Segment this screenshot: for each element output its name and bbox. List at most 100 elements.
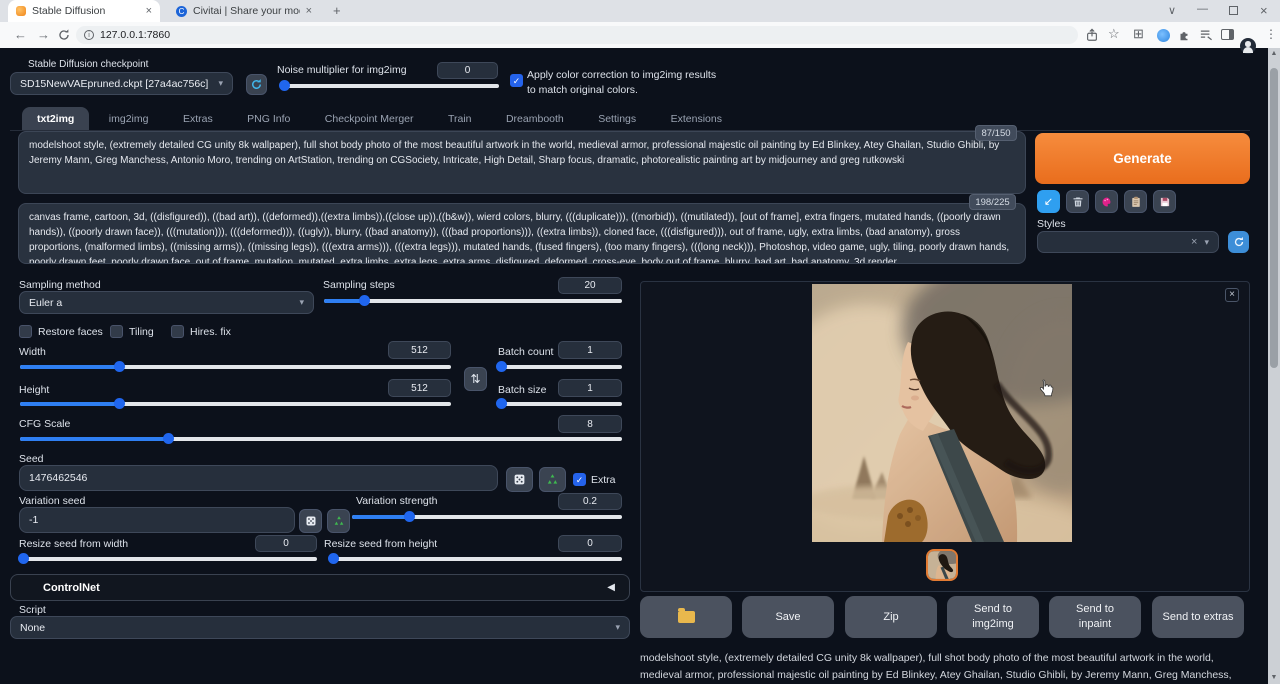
variation-strength-value[interactable]: 0.2 <box>558 493 622 510</box>
bookmark-star-icon[interactable]: ☆ <box>1108 26 1120 42</box>
tab-img2img[interactable]: img2img <box>94 107 164 131</box>
tab-dreambooth[interactable]: Dreambooth <box>491 107 579 131</box>
tab-extras[interactable]: Extras <box>168 107 228 131</box>
send-to-extras-button[interactable]: Send to extras <box>1152 596 1244 638</box>
side-panel-icon[interactable] <box>1221 29 1234 40</box>
tab-png-info[interactable]: PNG Info <box>232 107 305 131</box>
open-folder-button[interactable] <box>640 596 732 638</box>
hires-fix-checkbox[interactable] <box>171 325 184 338</box>
browser-tab-active[interactable]: Stable Diffusion × <box>8 0 160 22</box>
accordion-arrow-icon: ◀ <box>607 582 615 593</box>
reuse-variation-seed-button[interactable] <box>327 509 350 533</box>
noise-multiplier-slider[interactable] <box>281 84 499 88</box>
save-button[interactable]: Save <box>742 596 834 638</box>
random-seed-button[interactable] <box>506 467 533 492</box>
resize-seed-height-slider[interactable] <box>330 557 622 561</box>
tab-extensions[interactable]: Extensions <box>656 107 737 131</box>
reading-list-icon[interactable] <box>1199 29 1213 41</box>
read-parameters-button[interactable]: ↙ <box>1037 190 1060 213</box>
resize-seed-width-value[interactable]: 0 <box>255 535 317 552</box>
extra-seed-checkbox[interactable]: ✓ <box>573 473 586 486</box>
variation-strength-slider[interactable] <box>352 515 622 519</box>
color-correction-checkbox[interactable]: ✓ <box>510 74 523 87</box>
resize-seed-height-value[interactable]: 0 <box>558 535 622 552</box>
window-chevron-icon[interactable]: ∨ <box>1168 4 1176 17</box>
batch-size-slider[interactable] <box>498 402 622 406</box>
send-to-img2img-button[interactable]: Send to img2img <box>947 596 1039 638</box>
width-slider[interactable] <box>20 365 451 369</box>
browser-tab-civitai[interactable]: C Civitai | Share your models × <box>168 0 320 22</box>
palette-button[interactable] <box>1095 190 1118 213</box>
height-value[interactable]: 512 <box>388 379 451 397</box>
batch-size-value[interactable]: 1 <box>558 379 622 397</box>
extension-blue-dot-icon[interactable] <box>1157 29 1170 42</box>
address-bar[interactable]: i 127.0.0.1:7860 <box>76 26 1078 44</box>
clipboard-button[interactable] <box>1124 190 1147 213</box>
site-info-icon[interactable]: i <box>84 30 94 40</box>
checkpoint-select[interactable]: SD15NewVAEpruned.ckpt [27a4ac756c] ▾ <box>10 72 233 95</box>
clear-icon[interactable]: × <box>1191 236 1197 248</box>
batch-count-slider[interactable] <box>498 365 622 369</box>
checkpoint-refresh-button[interactable] <box>246 74 267 95</box>
share-icon[interactable] <box>1085 28 1099 42</box>
tab-txt2img[interactable]: txt2img <box>22 107 89 131</box>
scrollbar-thumb[interactable] <box>1270 68 1278 368</box>
height-label: Height <box>19 384 49 396</box>
trash-button[interactable] <box>1066 190 1089 213</box>
generated-image[interactable] <box>812 284 1072 542</box>
seed-input[interactable]: 1476462546 <box>19 465 498 491</box>
cfg-scale-label: CFG Scale <box>19 418 70 430</box>
gallery-thumbnail[interactable] <box>926 549 958 581</box>
tab-settings[interactable]: Settings <box>583 107 651 131</box>
zip-button[interactable]: Zip <box>845 596 937 638</box>
controlnet-accordion[interactable]: ControlNet ◀ <box>10 574 630 601</box>
window-close-icon[interactable]: × <box>1260 3 1268 18</box>
batch-count-value[interactable]: 1 <box>558 341 622 359</box>
script-select[interactable]: None ▾ <box>10 616 630 639</box>
styles-refresh-button[interactable] <box>1228 231 1249 253</box>
save-style-button[interactable] <box>1153 190 1176 213</box>
new-tab-icon[interactable]: + <box>333 3 341 18</box>
resize-seed-width-label: Resize seed from width <box>19 538 128 550</box>
variation-seed-input[interactable]: -1 <box>19 507 295 533</box>
tab-close-icon[interactable]: × <box>306 6 312 17</box>
tiling-label: Tiling <box>129 326 154 338</box>
sampling-steps-value[interactable]: 20 <box>558 277 622 294</box>
forward-icon[interactable]: → <box>37 27 50 43</box>
tab-train[interactable]: Train <box>433 107 487 131</box>
sampling-method-label: Sampling method <box>19 279 101 291</box>
sampling-steps-slider[interactable] <box>324 299 622 303</box>
send-to-inpaint-button[interactable]: Send to inpaint <box>1049 596 1141 638</box>
sampling-method-select[interactable]: Euler a ▾ <box>19 291 314 314</box>
negative-prompt-textarea[interactable]: canvas frame, cartoon, 3d, ((disfigured)… <box>18 203 1026 264</box>
random-variation-seed-button[interactable] <box>299 509 322 533</box>
tiling-checkbox[interactable] <box>110 325 123 338</box>
window-minimize-icon[interactable]: — <box>1197 3 1208 15</box>
extension-grid-icon[interactable]: ⊞ <box>1133 26 1144 42</box>
height-slider[interactable] <box>20 402 451 406</box>
back-icon[interactable]: ← <box>14 27 27 43</box>
extensions-puzzle-icon[interactable] <box>1177 28 1191 42</box>
tab-close-icon[interactable]: × <box>146 6 152 17</box>
scrollbar-up-icon[interactable]: ▲ <box>1268 48 1280 60</box>
noise-multiplier-value[interactable]: 0 <box>437 62 498 79</box>
prompt-textarea[interactable]: modelshoot style, (extremely detailed CG… <box>18 131 1026 194</box>
reload-icon[interactable] <box>57 28 71 42</box>
browser-menu-icon[interactable]: ⋮ <box>1265 27 1277 41</box>
window-maximize-icon[interactable] <box>1229 6 1238 15</box>
restore-faces-checkbox[interactable] <box>19 325 32 338</box>
width-value[interactable]: 512 <box>388 341 451 359</box>
cfg-scale-value[interactable]: 8 <box>558 415 622 433</box>
scrollbar-down-icon[interactable]: ▼ <box>1268 672 1280 684</box>
swap-dimensions-button[interactable]: ⇅ <box>464 367 487 391</box>
generate-button[interactable]: Generate <box>1035 133 1250 184</box>
cfg-scale-slider[interactable] <box>20 437 622 441</box>
tab-checkpoint-merger[interactable]: Checkpoint Merger <box>310 107 429 131</box>
profile-avatar[interactable] <box>1240 38 1256 54</box>
resize-seed-width-slider[interactable] <box>20 557 317 561</box>
gallery-close-icon[interactable]: × <box>1225 288 1239 302</box>
styles-select[interactable]: × ▾ <box>1037 231 1219 253</box>
chevron-down-icon: ▾ <box>218 78 223 89</box>
reuse-seed-button[interactable] <box>539 467 566 492</box>
prompt-token-counter: 87/150 <box>975 125 1017 141</box>
